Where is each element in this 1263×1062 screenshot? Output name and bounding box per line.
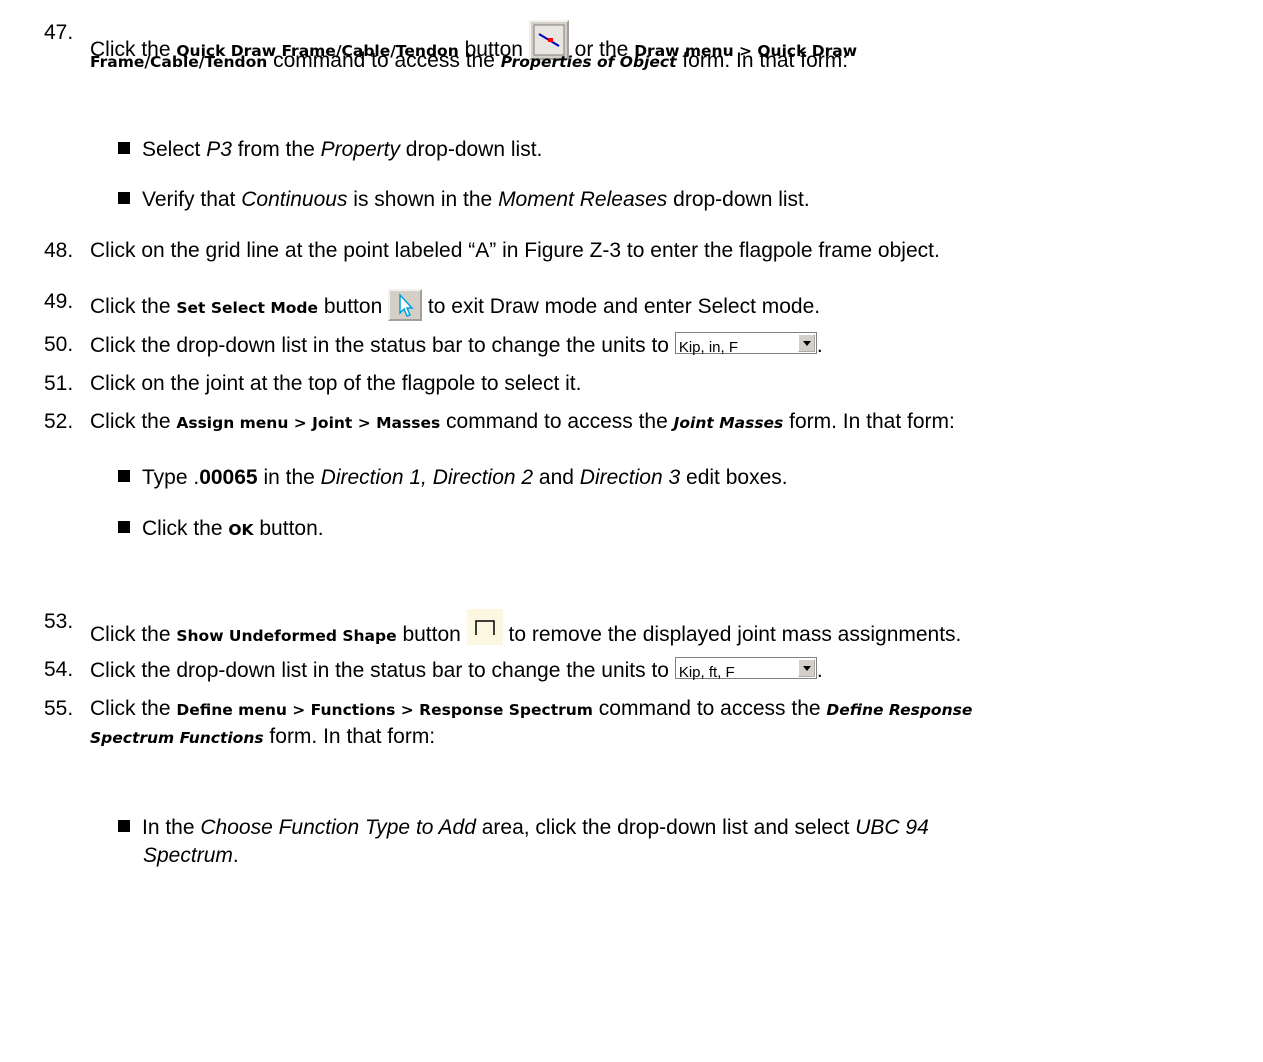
bullet-icon (118, 470, 130, 482)
command-name: Assign menu > Joint > Masses (176, 414, 441, 432)
step-number: 53. (44, 610, 74, 633)
arrow-pointer-icon (388, 289, 423, 321)
sub-bullet: In the Choose Function Type to Add area,… (118, 815, 929, 841)
step-number: 50. (44, 333, 74, 356)
sub-bullet: Click the OK button. (118, 516, 324, 543)
sub-bullet-cont: Spectrum. (143, 844, 239, 867)
form-name: Spectrum Functions (90, 729, 264, 747)
form-name: Define Response (826, 701, 973, 719)
step-number: 51. (44, 372, 74, 395)
step-number: 54. (44, 658, 74, 681)
undeformed-shape-icon (466, 609, 503, 645)
step-number: 49. (44, 290, 74, 313)
step-number: 52. (44, 410, 74, 433)
step-number: 48. (44, 239, 74, 262)
command-name: Define menu > Functions > Response Spect… (176, 701, 593, 719)
sub-bullet: Select P3 from the Property drop-down li… (118, 137, 542, 163)
sub-bullet: Type .00065 in the Direction 1, Directio… (118, 465, 788, 491)
bullet-icon (118, 521, 130, 533)
bullet-icon (118, 820, 130, 832)
units-dropdown: Kip, ft, F (674, 657, 817, 681)
form-name: Properties of Object (500, 53, 677, 71)
command-name: Show Undeformed Shape (176, 627, 397, 645)
command-name: OK (228, 521, 254, 539)
step-number: 47. (44, 21, 74, 44)
step-number: 55. (44, 697, 74, 720)
chevron-down-icon (797, 334, 815, 352)
bullet-icon (118, 142, 130, 154)
sub-bullet: Verify that Continuous is shown in the M… (118, 187, 810, 213)
units-dropdown: Kip, in, F (674, 332, 817, 356)
command-name: Frame/Cable/Tendon (90, 53, 268, 71)
chevron-down-icon (797, 659, 815, 677)
form-name: Joint Masses (673, 414, 784, 432)
bullet-icon (118, 192, 130, 204)
command-name: Set Select Mode (176, 299, 319, 317)
